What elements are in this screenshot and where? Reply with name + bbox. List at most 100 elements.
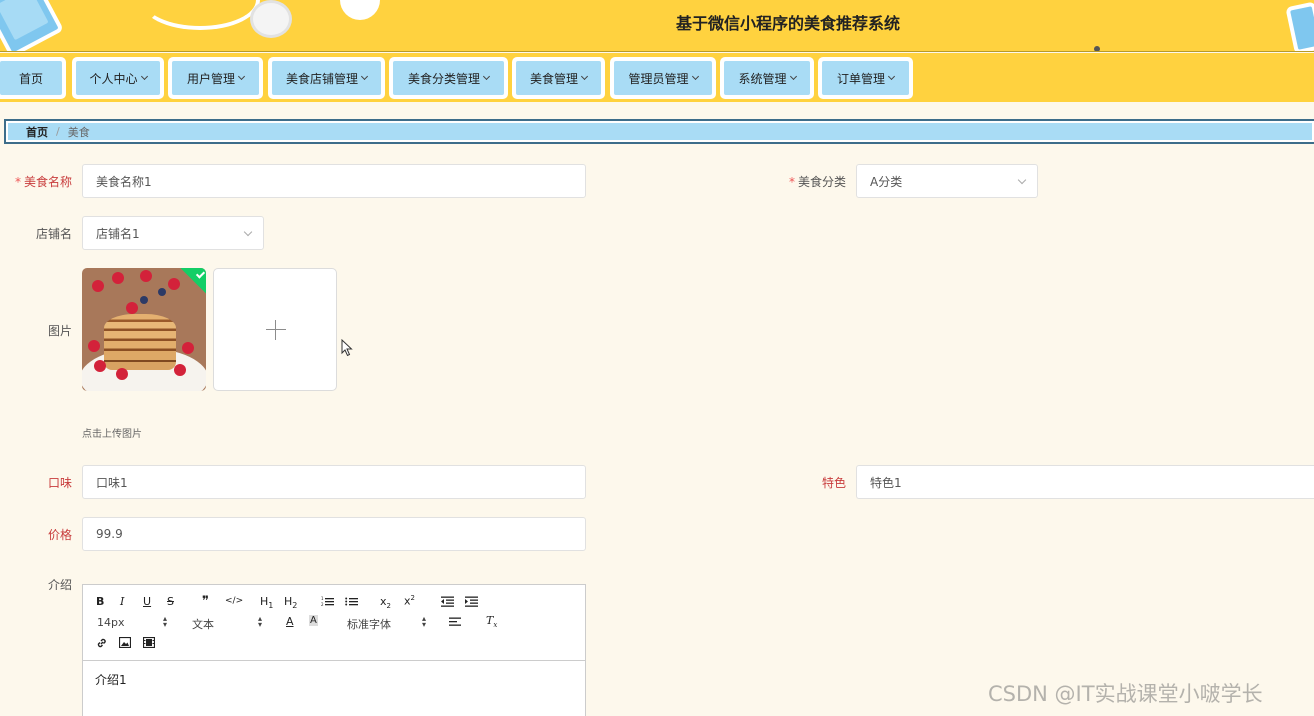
chevron-down-icon: [140, 72, 148, 81]
svg-text:2: 2: [321, 602, 324, 607]
clear-format-icon[interactable]: Tx: [486, 614, 497, 629]
feature-input[interactable]: 特色1: [856, 465, 1314, 499]
price-input[interactable]: 99.9: [82, 517, 586, 551]
subscript-button[interactable]: x2: [380, 595, 391, 610]
feature-label: 特色: [821, 476, 846, 490]
nav-item-food-management[interactable]: 美食管理: [512, 57, 605, 99]
bold-button[interactable]: B: [96, 595, 104, 608]
breadcrumb-current: 美食: [67, 125, 90, 139]
nav-item-label: 美食分类管理: [407, 71, 480, 86]
bullet-list-icon[interactable]: [345, 596, 358, 607]
shop-name-value: 店铺名1: [96, 226, 140, 241]
video-icon[interactable]: [143, 637, 155, 648]
svg-text:1: 1: [321, 596, 324, 601]
csdn-watermark: CSDN @IT实战课堂小啵学长: [988, 682, 1263, 706]
intro-text: 介绍1: [95, 673, 127, 687]
nav-item-label: 美食店铺管理: [285, 71, 358, 86]
code-block-button[interactable]: </>: [225, 596, 243, 606]
dot-decoration: [1094, 46, 1100, 51]
plus-icon: [266, 329, 286, 330]
font-color-icon[interactable]: A: [286, 615, 294, 628]
nav-item-admin-management[interactable]: 管理员管理: [610, 57, 716, 99]
food-name-value: 美食名称1: [96, 174, 152, 189]
font-size-select[interactable]: 14px ▴ ▾: [97, 614, 167, 630]
chevron-down-icon: [243, 227, 253, 237]
breadcrumb: 首页 / 美食: [4, 119, 1314, 144]
text-type-select[interactable]: 文本 ▴ ▾: [192, 614, 262, 632]
nav-item-system-management[interactable]: 系统管理: [720, 57, 814, 99]
chevron-down-icon: [789, 72, 797, 81]
nav-item-label: 美食管理: [529, 71, 578, 86]
editor-content[interactable]: 介绍1: [83, 661, 585, 698]
chevron-down-icon: [482, 72, 491, 81]
superscript-button[interactable]: x2: [404, 594, 415, 608]
nav-item-label: 用户管理: [186, 71, 235, 86]
image-icon[interactable]: [119, 637, 131, 648]
breadcrumb-separator: /: [56, 125, 60, 138]
nav-item-label: 系统管理: [738, 71, 787, 86]
food-category-value: A分类: [870, 174, 903, 189]
food-category-select[interactable]: A分类: [856, 164, 1038, 198]
nav-item-label: 个人中心: [89, 71, 138, 86]
rich-text-editor: B I U S ❞ </> H1 H2 12 x2 x2 14px ▴ ▾ 文本 ▴ ▾…: [82, 584, 586, 716]
nav-item-home[interactable]: 首页: [0, 57, 66, 99]
underline-button[interactable]: U: [143, 595, 151, 608]
header2-button[interactable]: H2: [284, 595, 297, 610]
breadcrumb-home[interactable]: 首页: [26, 124, 48, 140]
image-label: 图片: [47, 324, 72, 338]
strike-button[interactable]: S: [167, 595, 174, 608]
outdent-icon[interactable]: [441, 596, 454, 607]
select-arrows-icon: ▴ ▾: [421, 614, 426, 629]
ordered-list-icon[interactable]: 12: [321, 596, 334, 607]
food-name-input[interactable]: 美食名称1: [82, 164, 586, 198]
font-family-select[interactable]: 标准字体 ▴ ▾: [347, 614, 426, 632]
nav-item-label: 管理员管理: [628, 71, 689, 86]
food-category-label: * 美食分类: [788, 175, 846, 189]
background-color-icon[interactable]: A: [309, 615, 318, 626]
upload-hint: 点击上传图片: [82, 429, 142, 440]
required-asterisk: *: [788, 175, 795, 189]
feature-value: 特色1: [870, 475, 902, 490]
main-nav: 首页 个人中心 用户管理 美食店铺管理 美食分类管理 美食管理 管理员管理 系统…: [0, 53, 1314, 102]
intro-label: 介绍: [47, 578, 72, 592]
link-icon[interactable]: [96, 637, 108, 649]
chevron-down-icon: [1017, 175, 1027, 185]
chevron-down-icon: [360, 72, 369, 81]
required-asterisk: *: [14, 175, 21, 189]
blockquote-button[interactable]: ❞: [202, 594, 209, 609]
nav-item-shop-management[interactable]: 美食店铺管理: [268, 57, 385, 99]
nav-item-order-management[interactable]: 订单管理: [818, 57, 913, 99]
taste-value: 口味1: [96, 475, 128, 490]
nav-item-user-management[interactable]: 用户管理: [168, 57, 263, 99]
select-arrows-icon: ▴ ▾: [162, 614, 167, 629]
shop-name-select[interactable]: 店铺名1: [82, 216, 264, 250]
nav-item-label: 首页: [18, 71, 43, 86]
header1-button[interactable]: H1: [260, 595, 273, 610]
text-type-value: 文本: [192, 618, 214, 631]
nav-item-label: 订单管理: [836, 71, 885, 86]
price-value: 99.9: [96, 527, 123, 541]
italic-button[interactable]: I: [120, 595, 124, 608]
uploaded-food-image[interactable]: [82, 268, 206, 391]
shop-name-label: 店铺名: [35, 227, 72, 241]
font-family-value: 标准字体: [347, 618, 391, 631]
taste-label: 口味: [47, 476, 72, 490]
chevron-down-icon: [237, 72, 246, 81]
nav-item-category-management[interactable]: 美食分类管理: [389, 57, 508, 99]
food-name-label: * 美食名称: [14, 175, 72, 189]
app-header: 基于微信小程序的美食推荐系统: [0, 0, 1314, 52]
indent-icon[interactable]: [465, 596, 478, 607]
align-icon[interactable]: [449, 617, 461, 627]
chevron-down-icon: [580, 72, 589, 81]
nav-item-personal-center[interactable]: 个人中心: [72, 57, 164, 99]
chevron-down-icon: [887, 72, 896, 81]
font-size-value: 14px: [97, 616, 125, 629]
image-upload-button[interactable]: [213, 268, 337, 391]
app-title: 基于微信小程序的美食推荐系统: [675, 14, 900, 33]
select-arrows-icon: ▴ ▾: [257, 614, 262, 629]
editor-toolbar: B I U S ❞ </> H1 H2 12 x2 x2 14px ▴ ▾ 文本 ▴ ▾…: [83, 585, 585, 661]
chevron-down-icon: [691, 72, 699, 81]
mouse-cursor-icon: [341, 339, 353, 357]
taste-input[interactable]: 口味1: [82, 465, 586, 499]
price-label: 价格: [47, 528, 72, 542]
